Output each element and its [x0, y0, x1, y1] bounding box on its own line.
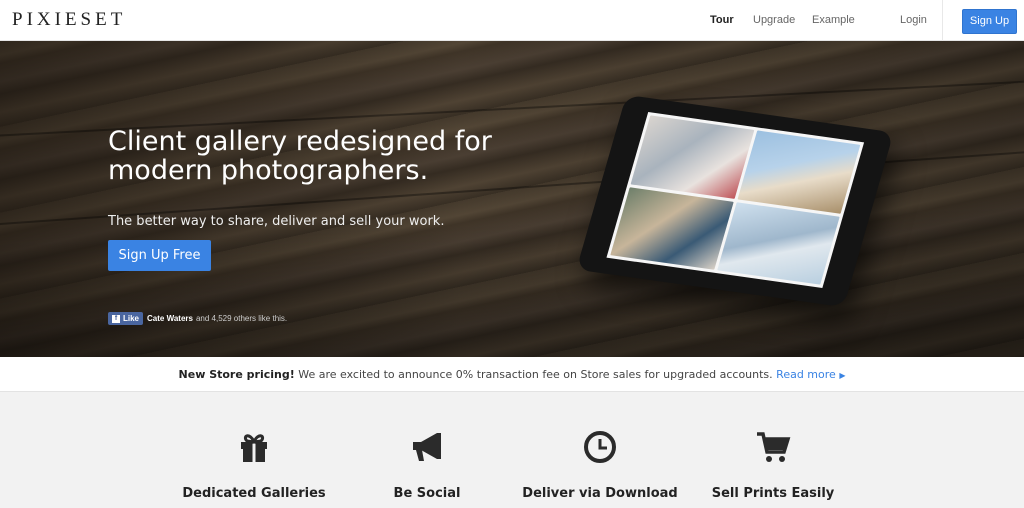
facebook-like-label: Like: [123, 314, 140, 323]
hero-tagline: The better way to share, deliver and sel…: [108, 214, 445, 229]
facebook-icon: f: [112, 314, 120, 323]
feature-deliver-via-download: Deliver via Download: [520, 430, 680, 501]
facebook-like-button[interactable]: f Like: [108, 312, 144, 325]
gallery-photo: [737, 130, 861, 214]
facebook-like-count: and 4,529 others like this.: [195, 314, 288, 323]
gallery-photo: [630, 115, 754, 199]
gallery-photo: [610, 186, 734, 270]
read-more-link[interactable]: Read more: [776, 368, 836, 381]
feature-sell-prints-easily: Sell Prints Easily: [693, 430, 853, 501]
top-navbar: PIXIESET Tour Upgrade Example Login Sign…: [0, 0, 1024, 41]
cart-icon: [757, 432, 791, 462]
nav-login-link[interactable]: Login: [900, 14, 927, 26]
announcement-bold: New Store pricing!: [178, 368, 295, 381]
facebook-like-widget: f Like Cate Waters and 4,529 others like…: [108, 312, 287, 325]
features-section: Dedicated Galleries Be Social Deliver vi…: [0, 392, 1024, 508]
clock-icon: [584, 431, 616, 463]
feature-title: Deliver via Download: [522, 486, 678, 501]
gallery-photo: [716, 201, 840, 285]
megaphone-icon: [413, 433, 441, 461]
hero-section: Client gallery redesigned for modern pho…: [0, 41, 1024, 357]
nav-divider: [942, 0, 943, 41]
nav-upgrade-link[interactable]: Upgrade: [753, 14, 795, 26]
feature-title: Sell Prints Easily: [711, 486, 835, 501]
facebook-friend-name[interactable]: Cate Waters: [147, 314, 193, 323]
nav-example-link[interactable]: Example: [812, 14, 855, 26]
gift-icon: [241, 434, 267, 462]
signup-button[interactable]: Sign Up: [962, 9, 1017, 34]
tablet-screen: [606, 112, 865, 289]
feature-title: Dedicated Galleries: [182, 486, 326, 501]
feature-be-social: Be Social: [347, 430, 507, 501]
feature-dedicated-galleries: Dedicated Galleries: [174, 430, 334, 501]
announcement-text: We are excited to announce 0% transactio…: [298, 368, 773, 381]
pixieset-logo[interactable]: PIXIESET: [12, 9, 126, 31]
announcement-bar: New Store pricing! We are excited to ann…: [0, 357, 1024, 392]
nav-tour-link[interactable]: Tour: [710, 14, 734, 26]
caret-right-icon: ▶: [839, 371, 846, 380]
hero-title: Client gallery redesigned for modern pho…: [108, 126, 492, 186]
tablet-illustration: [576, 94, 894, 308]
feature-title: Be Social: [393, 486, 461, 501]
signup-free-button[interactable]: Sign Up Free: [108, 240, 211, 271]
